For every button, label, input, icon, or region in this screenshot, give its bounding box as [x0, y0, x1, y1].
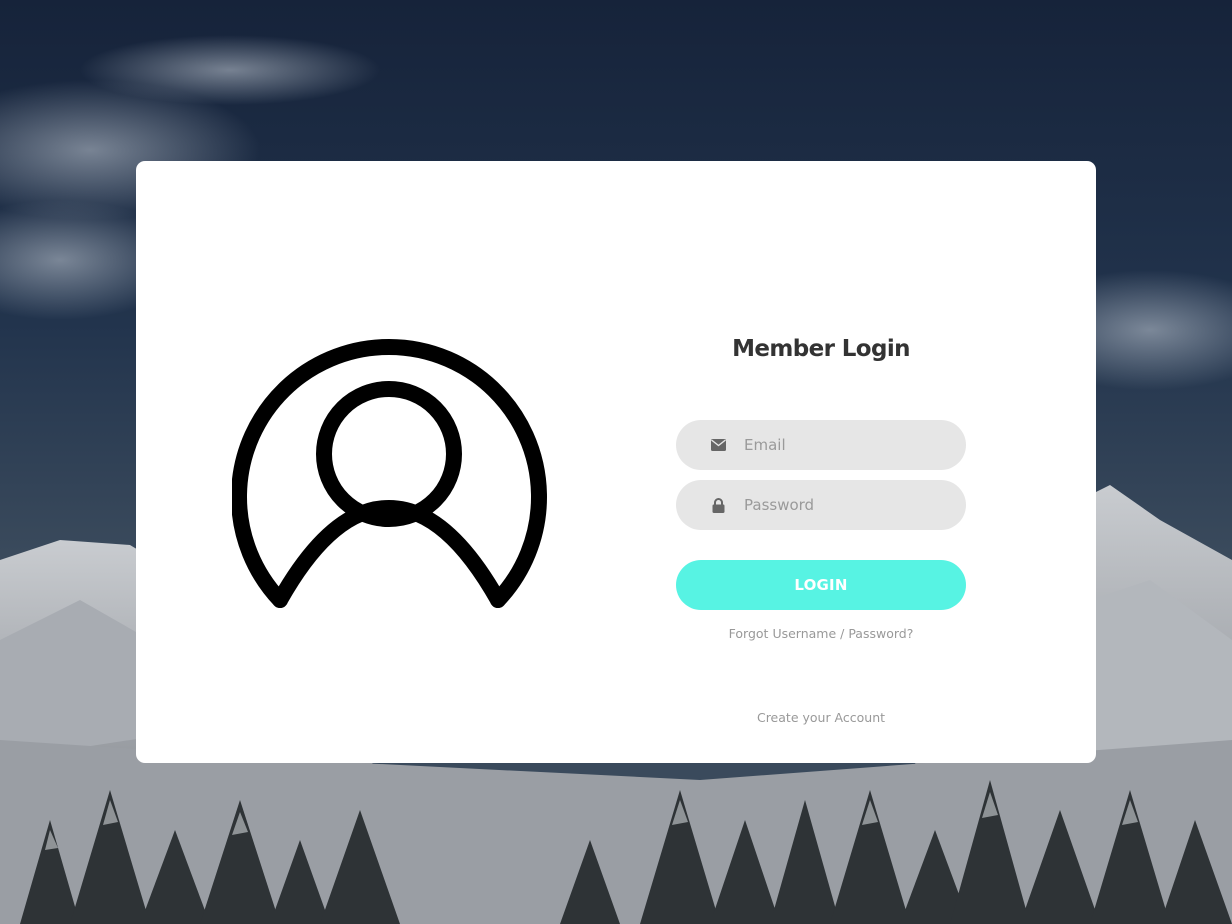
create-account-link[interactable]: Create your Account — [757, 710, 885, 725]
forgot-prefix: Forgot — [728, 626, 769, 641]
login-form: Member Login LOGIN Forgot Usernam — [676, 161, 966, 763]
create-account: Create your Account — [676, 710, 966, 725]
forgot-credentials: Forgot Username / Password? — [676, 626, 966, 641]
email-input[interactable] — [744, 430, 954, 460]
password-input[interactable] — [744, 490, 954, 520]
envelope-icon — [711, 438, 726, 453]
email-field-wrapper[interactable] — [676, 420, 966, 470]
password-field-wrapper[interactable] — [676, 480, 966, 530]
login-card: Member Login LOGIN Forgot Usernam — [136, 161, 1096, 763]
lock-icon — [711, 497, 726, 513]
forgot-credentials-link[interactable]: Username / Password? — [772, 626, 913, 641]
user-circle-icon — [232, 339, 547, 608]
login-button[interactable]: LOGIN — [676, 560, 966, 610]
page-title: Member Login — [732, 336, 910, 362]
